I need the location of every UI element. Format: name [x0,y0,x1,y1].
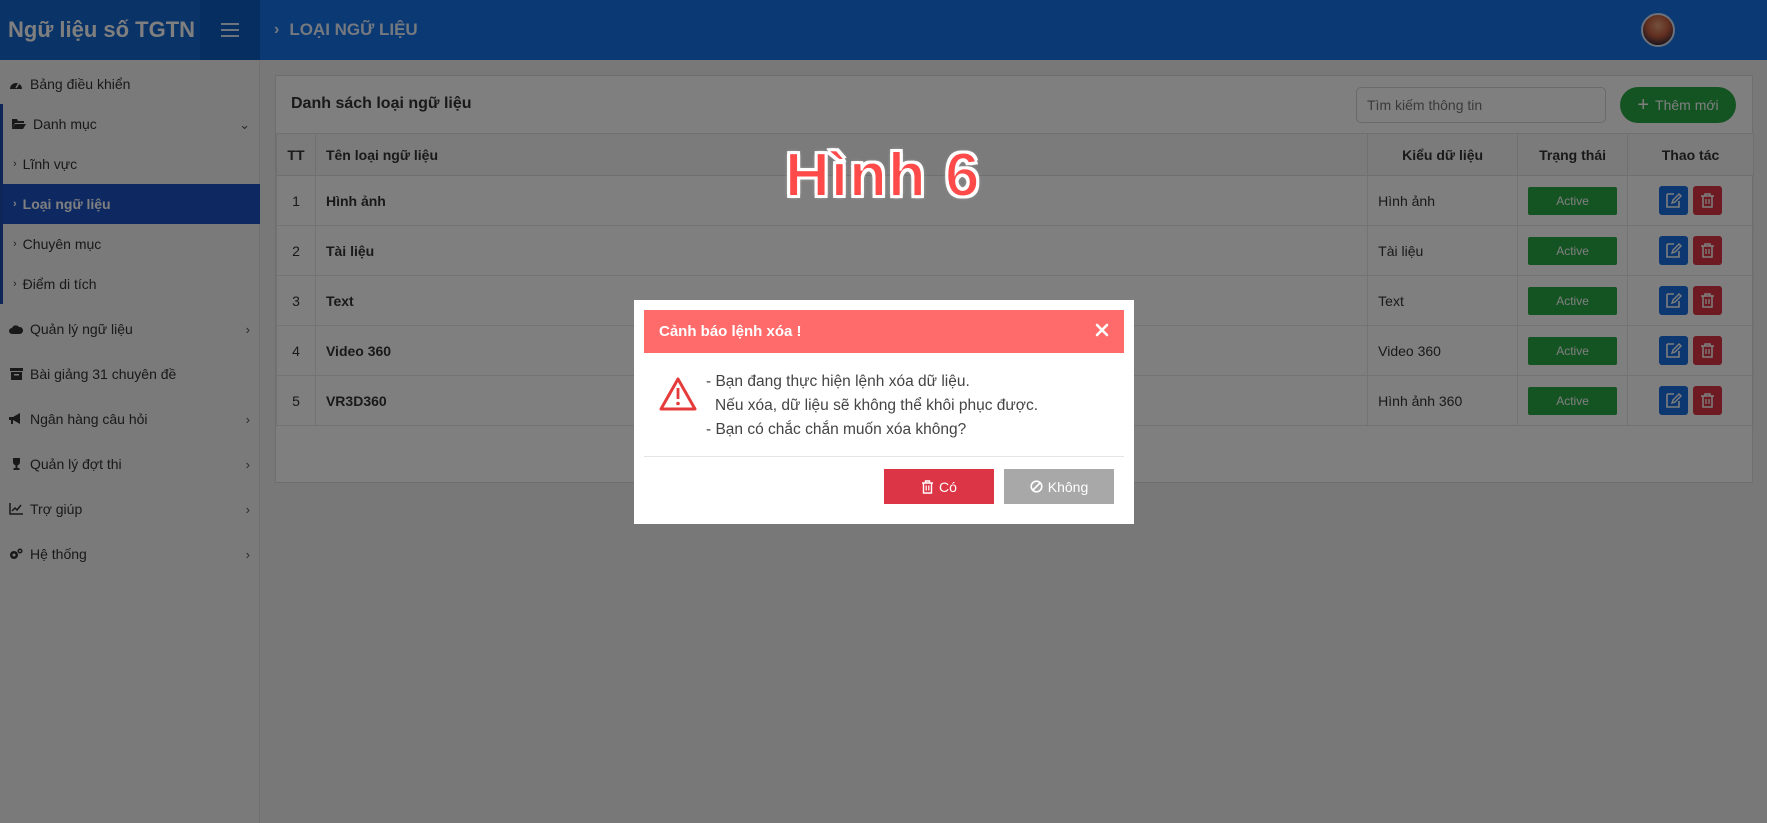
dialog-body: - Bạn đang thực hiện lệnh xóa dữ liệu. N… [658,370,1118,460]
confirm-label: Có [939,478,957,495]
dialog-line-2: Nếu xóa, dữ liệu sẽ không thể khôi phục … [715,397,1039,414]
cancel-label: Không [1047,478,1089,495]
close-icon[interactable] [1092,320,1112,340]
dialog-title: Cảnh báo lệnh xóa ! [659,323,802,340]
dialog-line-3: - Bạn có chắc chắn muốn xóa không? [706,421,967,438]
dialog-header: Cảnh báo lệnh xóa ! [644,310,1124,353]
cancel-button[interactable]: Không [1004,469,1114,504]
ban-icon [1030,480,1043,493]
dialog-divider [644,456,1124,457]
dialog-line-1: - Bạn đang thực hiện lệnh xóa dữ liệu. [706,373,970,390]
figure-label: Hình 6 [784,140,981,211]
delete-confirm-dialog: Cảnh báo lệnh xóa ! - Bạn đang thực hiện… [634,300,1134,524]
warning-icon [659,377,697,411]
confirm-delete-button[interactable]: Có [884,469,994,504]
trash-icon [922,479,934,494]
